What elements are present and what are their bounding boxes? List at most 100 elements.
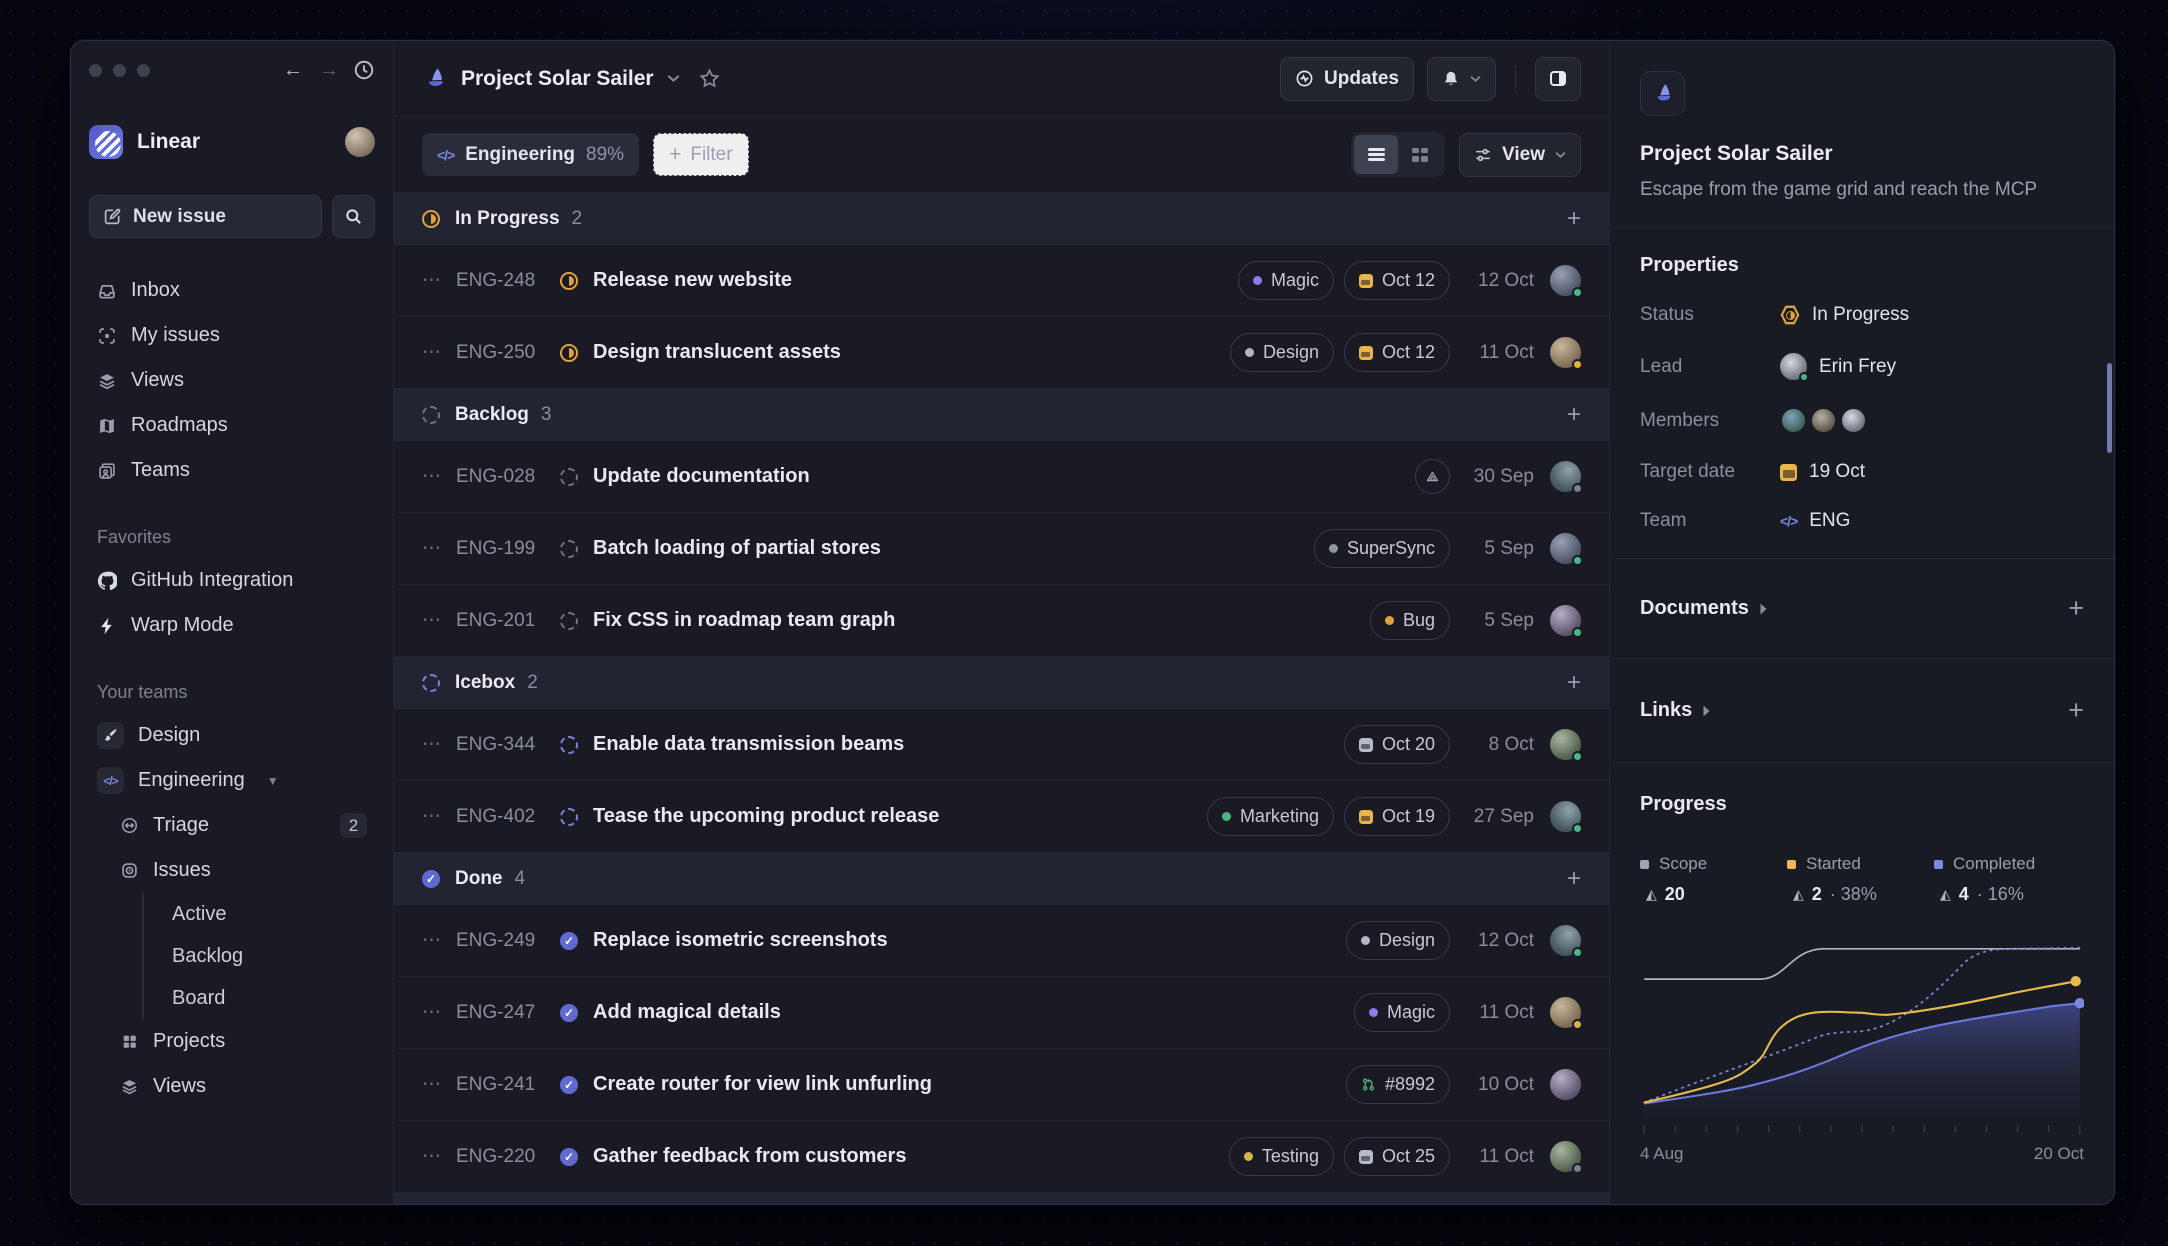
due-date-chip[interactable]: Oct 19 [1344, 797, 1450, 836]
status-done-icon[interactable] [560, 932, 578, 950]
due-date-chip[interactable]: Oct 20 [1344, 725, 1450, 764]
issue-row[interactable]: ⋯ ENG-249 Replace isometric screenshots … [394, 905, 1609, 977]
row-menu-icon[interactable]: ⋯ [422, 609, 456, 632]
status-in-progress-icon[interactable] [560, 272, 578, 290]
sidebar-item-backlog[interactable]: Backlog [164, 935, 375, 977]
issue-title[interactable]: Release new website [593, 269, 792, 292]
row-menu-icon[interactable]: ⋯ [422, 1001, 456, 1024]
status-done-icon[interactable] [560, 1004, 578, 1022]
issue-row[interactable]: ⋯ ENG-241 Create router for view link un… [394, 1049, 1609, 1121]
traffic-light-minimize[interactable] [113, 64, 126, 77]
workspace-switcher[interactable]: Linear [89, 111, 375, 173]
row-menu-icon[interactable]: ⋯ [422, 929, 456, 952]
avatar[interactable] [1550, 801, 1581, 832]
row-menu-icon[interactable]: ⋯ [422, 733, 456, 756]
issue-title[interactable]: Batch loading of partial stores [593, 537, 881, 560]
add-document-icon[interactable]: + [2068, 593, 2084, 624]
issue-row[interactable]: ⋯ ENG-248 Release new website Magic Oct … [394, 245, 1609, 317]
sidebar-item-roadmaps[interactable]: Roadmaps [89, 403, 375, 448]
lead-value[interactable]: Erin Frey [1780, 353, 1896, 380]
issue-title[interactable]: Tease the upcoming product release [593, 805, 939, 828]
favorite-star-icon[interactable] [699, 68, 720, 89]
sidebar-item-teams[interactable]: Teams [89, 448, 375, 493]
sidebar-item-github-integration[interactable]: GitHub Integration [89, 558, 375, 603]
row-menu-icon[interactable]: ⋯ [422, 465, 456, 488]
label-chip[interactable]: Testing [1229, 1137, 1334, 1176]
add-issue-icon[interactable]: + [1567, 669, 1581, 697]
sidebar-item-board[interactable]: Board [164, 977, 375, 1019]
traffic-light-zoom[interactable] [137, 64, 150, 77]
avatar[interactable] [1550, 337, 1581, 368]
row-menu-icon[interactable]: ⋯ [422, 341, 456, 364]
issue-title[interactable]: Design translucent assets [593, 341, 841, 364]
status-value[interactable]: In Progress [1780, 304, 1909, 326]
updates-button[interactable]: Updates [1280, 57, 1414, 101]
row-menu-icon[interactable]: ⋯ [422, 1145, 456, 1168]
label-chip[interactable]: Magic [1238, 261, 1334, 300]
toggle-right-panel-button[interactable] [1535, 57, 1581, 101]
avatar[interactable] [1550, 729, 1581, 760]
panel-project-description[interactable]: Escape from the game grid and reach the … [1640, 179, 2084, 201]
issue-row[interactable]: ⋯ ENG-247 Add magical details Magic 11 O… [394, 977, 1609, 1049]
team-value[interactable]: </>ENG [1780, 510, 1850, 532]
view-options-button[interactable]: View [1459, 133, 1581, 177]
avatar[interactable] [1550, 925, 1581, 956]
issue-row[interactable]: ⋯ ENG-028 Update documentation 30 Sep [394, 441, 1609, 513]
sidebar-item-active[interactable]: Active [164, 893, 375, 935]
label-chip[interactable]: Design [1230, 333, 1334, 372]
integration-badge[interactable] [1415, 459, 1450, 494]
traffic-light-close[interactable] [89, 64, 102, 77]
sidebar-item-warp-mode[interactable]: Warp Mode [89, 603, 375, 648]
issue-title[interactable]: Fix CSS in roadmap team graph [593, 609, 895, 632]
label-chip[interactable]: Magic [1354, 993, 1450, 1032]
status-backlog-icon[interactable] [560, 612, 578, 630]
sidebar-item-team-views[interactable]: Views [111, 1064, 375, 1109]
chevron-down-icon[interactable]: ▼ [267, 774, 279, 788]
forward-arrow-icon[interactable]: → [319, 59, 339, 82]
issue-title[interactable]: Add magical details [593, 1001, 781, 1024]
row-menu-icon[interactable]: ⋯ [422, 269, 456, 292]
status-icebox-icon[interactable] [560, 736, 578, 754]
team-filter-chip[interactable]: </> Engineering 89% [422, 133, 639, 176]
status-backlog-icon[interactable] [560, 540, 578, 558]
sidebar-item-inbox[interactable]: Inbox [89, 268, 375, 313]
label-chip[interactable]: Bug [1370, 601, 1450, 640]
due-date-chip[interactable]: Oct 25 [1344, 1137, 1450, 1176]
scrollbar-thumb[interactable] [2107, 363, 2112, 453]
user-avatar[interactable] [345, 127, 375, 157]
links-toggle[interactable]: Links [1640, 699, 1711, 722]
history-clock-icon[interactable] [353, 59, 375, 81]
avatar[interactable] [1550, 605, 1581, 636]
status-in-progress-icon[interactable] [560, 344, 578, 362]
due-date-chip[interactable]: Oct 12 [1344, 333, 1450, 372]
sidebar-item-my-issues[interactable]: My issues [89, 313, 375, 358]
board-view-toggle[interactable] [1398, 135, 1442, 174]
avatar[interactable] [1550, 265, 1581, 296]
row-menu-icon[interactable]: ⋯ [422, 1073, 456, 1096]
notifications-button[interactable] [1427, 57, 1496, 101]
status-done-icon[interactable] [560, 1076, 578, 1094]
new-issue-button[interactable]: New issue [89, 195, 322, 238]
row-menu-icon[interactable]: ⋯ [422, 805, 456, 828]
label-chip[interactable]: Design [1346, 921, 1450, 960]
list-view-toggle[interactable] [1354, 135, 1398, 174]
label-chip[interactable]: Marketing [1207, 797, 1334, 836]
issue-title[interactable]: Replace isometric screenshots [593, 929, 888, 952]
add-link-icon[interactable]: + [2068, 695, 2084, 726]
add-filter-button[interactable]: + Filter [653, 133, 749, 176]
sidebar-item-team-engineering[interactable]: </> Engineering ▼ [89, 758, 375, 803]
status-icebox-icon[interactable] [560, 808, 578, 826]
row-menu-icon[interactable]: ⋯ [422, 537, 456, 560]
sidebar-item-team-design[interactable]: Design [89, 713, 375, 758]
status-backlog-icon[interactable] [560, 468, 578, 486]
add-issue-icon[interactable]: + [1567, 401, 1581, 429]
issue-row[interactable]: ⋯ ENG-201 Fix CSS in roadmap team graph … [394, 585, 1609, 657]
search-button[interactable] [332, 195, 375, 238]
issue-row[interactable]: ⋯ ENG-199 Batch loading of partial store… [394, 513, 1609, 585]
avatar[interactable] [1550, 997, 1581, 1028]
issue-title[interactable]: Gather feedback from customers [593, 1145, 906, 1168]
add-issue-icon[interactable]: + [1567, 205, 1581, 233]
issue-title[interactable]: Update documentation [593, 465, 810, 488]
due-date-chip[interactable]: Oct 12 [1344, 261, 1450, 300]
status-done-icon[interactable] [560, 1148, 578, 1166]
